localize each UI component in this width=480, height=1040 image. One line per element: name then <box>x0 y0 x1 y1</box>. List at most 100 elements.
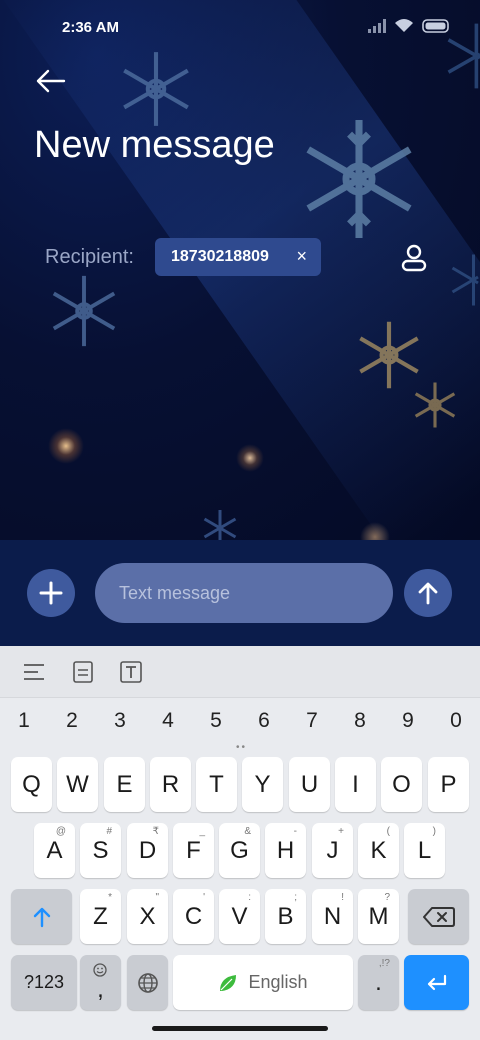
key-0[interactable]: 0 <box>432 709 480 733</box>
text-align-icon[interactable] <box>22 660 46 684</box>
period-label: . <box>375 968 382 996</box>
space-language-label: English <box>248 972 308 992</box>
key-label: Z <box>93 902 108 930</box>
arrow-up-icon <box>418 582 438 605</box>
text-format-icon[interactable] <box>119 660 143 684</box>
key-7[interactable]: 7 <box>288 709 336 733</box>
message-input[interactable] <box>95 563 393 623</box>
page-title: New message <box>34 124 275 166</box>
key-z[interactable]: * Z <box>80 889 121 944</box>
key-u[interactable]: U <box>289 757 330 812</box>
key-y[interactable]: Y <box>242 757 283 812</box>
recipient-chip[interactable]: 18730218809 × <box>155 238 321 276</box>
key-m[interactable]: ? M <box>358 889 399 944</box>
key-v[interactable]: :V <box>219 889 260 944</box>
key-q[interactable]: Q <box>11 757 52 812</box>
key-p[interactable]: P <box>428 757 469 812</box>
snowflake-decoration <box>203 510 237 540</box>
key-hint: ? <box>384 892 390 903</box>
key-4[interactable]: 4 <box>144 709 192 733</box>
key-label: A <box>46 836 63 864</box>
key-b[interactable]: ; B <box>265 889 306 944</box>
key-i[interactable]: I <box>335 757 376 812</box>
key-f[interactable]: _ F <box>173 823 214 878</box>
key-2[interactable]: 2 <box>48 709 96 733</box>
recipient-label: Recipient: <box>45 246 134 268</box>
key-o[interactable]: O <box>381 757 422 812</box>
key-label: L <box>417 836 432 864</box>
key-hint: * <box>108 892 112 903</box>
key-9[interactable]: 9 <box>384 709 432 733</box>
key-hint: # <box>106 826 112 837</box>
period-key[interactable]: ,!? . <box>358 955 399 1010</box>
home-indicator[interactable] <box>152 1026 328 1031</box>
status-time: 2:36 AM <box>62 19 119 36</box>
enter-icon <box>427 974 446 990</box>
enter-key[interactable] <box>404 955 469 1010</box>
key-h[interactable]: -H <box>265 823 306 878</box>
wifi-icon <box>395 19 413 32</box>
snowflake-decoration <box>52 275 116 347</box>
symbols-key[interactable]: ?123 <box>11 955 77 1010</box>
remove-recipient-icon[interactable]: × <box>296 246 307 267</box>
key-n[interactable]: ! N <box>312 889 353 944</box>
key-label: F <box>186 836 201 864</box>
key-l[interactable]: ) L <box>404 823 445 878</box>
page-indicator: •• <box>236 742 248 753</box>
language-key[interactable] <box>127 955 168 1010</box>
key-label: S <box>92 836 109 864</box>
shift-arrow-icon <box>33 907 50 927</box>
key-label: N <box>323 902 342 930</box>
light-glow <box>48 428 84 464</box>
shift-key[interactable] <box>11 889 72 944</box>
key-hint: _ <box>199 826 205 837</box>
key-s[interactable]: # S <box>80 823 121 878</box>
key-label: G <box>230 836 249 864</box>
backspace-key[interactable] <box>408 889 469 944</box>
key-hint: ) <box>432 826 436 837</box>
attach-button[interactable] <box>27 569 75 617</box>
comma-label: , <box>97 975 104 1003</box>
key-hint: & <box>244 826 251 837</box>
snowflake-decoration <box>414 382 456 428</box>
key-label: M <box>368 902 389 930</box>
key-label: H <box>276 836 295 864</box>
key-a[interactable]: @ A <box>34 823 75 878</box>
globe-icon <box>137 972 158 993</box>
key-label: V <box>231 902 248 930</box>
emoji-comma-key[interactable]: , <box>80 955 121 1010</box>
key-x[interactable]: " X <box>127 889 168 944</box>
plus-icon <box>39 581 63 605</box>
status-icons <box>368 18 450 33</box>
key-c[interactable]: ' C <box>173 889 214 944</box>
key-6[interactable]: 6 <box>240 709 288 733</box>
key-d[interactable]: ₹ D <box>127 823 168 878</box>
key-w[interactable]: W <box>57 757 98 812</box>
key-k[interactable]: (K <box>358 823 399 878</box>
signal-icon <box>368 18 386 33</box>
snowflake-decoration <box>451 254 479 306</box>
key-hint: - <box>293 826 297 837</box>
key-t[interactable]: T <box>196 757 237 812</box>
clipboard-icon[interactable] <box>71 660 95 684</box>
key-g[interactable]: & G <box>219 823 260 878</box>
snowflake-decoration <box>123 52 189 126</box>
key-hint: ,!? <box>378 958 390 969</box>
key-r[interactable]: R <box>150 757 191 812</box>
key-j[interactable]: + J <box>312 823 353 878</box>
key-hint: ₹ <box>152 826 159 837</box>
key-hint: ' <box>203 892 205 903</box>
key-label: B <box>277 902 294 930</box>
key-8[interactable]: 8 <box>336 709 384 733</box>
key-3[interactable]: 3 <box>96 709 144 733</box>
contact-picker-icon[interactable] <box>398 242 430 274</box>
space-key[interactable]: English <box>173 955 353 1010</box>
light-glow <box>236 444 264 472</box>
key-label: J <box>326 836 339 864</box>
key-5[interactable]: 5 <box>192 709 240 733</box>
leaf-icon <box>220 974 237 991</box>
send-button[interactable] <box>404 569 452 617</box>
key-1[interactable]: 1 <box>0 709 48 733</box>
back-arrow-icon[interactable] <box>34 64 68 98</box>
key-e[interactable]: E <box>104 757 145 812</box>
